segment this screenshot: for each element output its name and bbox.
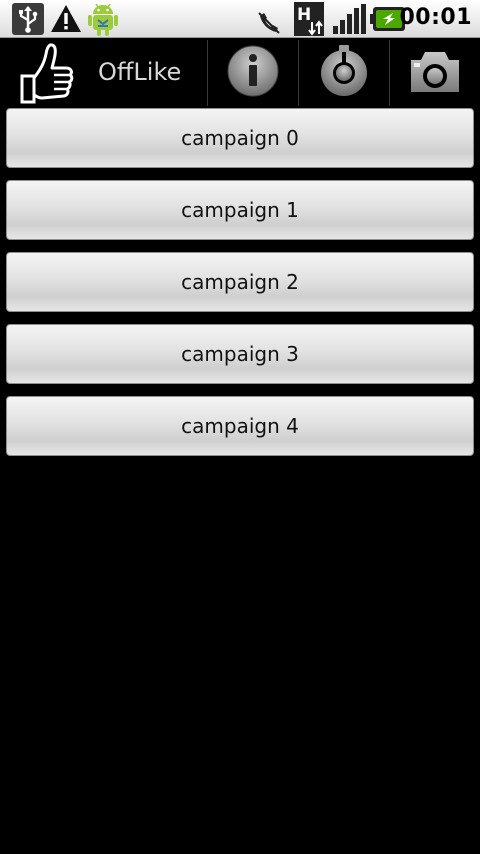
usb-icon (12, 3, 44, 39)
timer-button[interactable] (299, 38, 389, 107)
android-debug-icon (84, 0, 122, 42)
camera-icon (409, 48, 461, 98)
warning-icon (50, 3, 82, 39)
action-bar: OffLike (0, 38, 480, 107)
h-network-icon: H (294, 2, 328, 40)
timer-icon (317, 44, 371, 102)
campaign-button-3[interactable]: campaign 3 (6, 324, 474, 384)
svg-text:H: H (297, 5, 311, 25)
thumbs-up-icon (14, 40, 76, 110)
campaign-button-4[interactable]: campaign 4 (6, 396, 474, 456)
info-button[interactable] (208, 38, 298, 107)
campaign-list: campaign 0 campaign 1 campaign 2 campaig… (6, 108, 474, 468)
campaign-button-1[interactable]: campaign 1 (6, 180, 474, 240)
campaign-button-2[interactable]: campaign 2 (6, 252, 474, 312)
app-title: OffLike (98, 58, 182, 86)
phone-muted-icon (256, 10, 282, 40)
camera-button[interactable] (390, 38, 480, 107)
status-time: 00:01 (399, 5, 472, 30)
campaign-button-0[interactable]: campaign 0 (6, 108, 474, 168)
signal-icon (332, 4, 366, 38)
info-icon (226, 44, 280, 102)
status-bar: H 00:01 (0, 0, 480, 38)
